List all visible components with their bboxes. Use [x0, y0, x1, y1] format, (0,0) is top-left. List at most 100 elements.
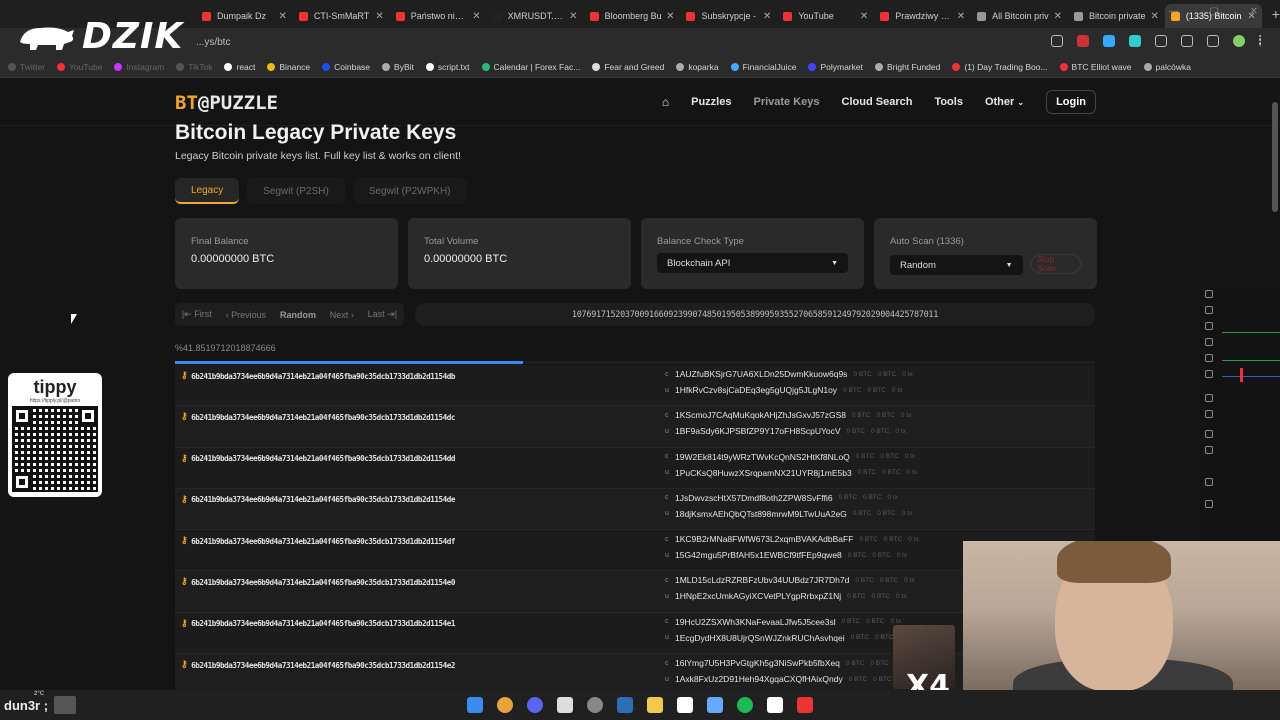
- heart-icon[interactable]: [1205, 370, 1213, 378]
- avatar[interactable]: [1233, 35, 1245, 47]
- private-key-hex[interactable]: ⚷ 6b241b9bda3734ee6b9d4a7314eb21a04f465fb…: [181, 454, 455, 464]
- app-icon[interactable]: [557, 697, 573, 713]
- app-icon[interactable]: [677, 697, 693, 713]
- bookmark-item[interactable]: BTC Elliot wave: [1059, 62, 1132, 72]
- close-icon[interactable]: ✕: [1151, 11, 1159, 22]
- random-page-button[interactable]: Random: [280, 310, 316, 320]
- nav-private-keys[interactable]: Private Keys: [753, 96, 819, 108]
- bookmark-item[interactable]: Bright Funded: [874, 62, 940, 72]
- tab-segwit-p2sh[interactable]: Segwit (P2SH): [247, 178, 345, 204]
- trash-icon[interactable]: [1205, 500, 1213, 508]
- home-icon[interactable]: ⌂: [662, 95, 669, 109]
- compressed-address[interactable]: c 19HcU2ZSXWh3KNaFevaaLJfw5J5cee3sl 0 BTC 0…: [665, 617, 901, 627]
- bookmark-item[interactable]: Fear and Greed: [592, 62, 664, 72]
- uncompressed-address[interactable]: u 1HNpE2xcUmkAGyiXCVetPLYgpRrbxpZ1Nj 0 BTC…: [665, 591, 906, 601]
- tool-icon[interactable]: [1205, 446, 1213, 454]
- auto-scan-select[interactable]: Random ▼: [890, 255, 1023, 275]
- private-key-hex[interactable]: ⚷ 6b241b9bda3734ee6b9d4a7314eb21a04f465fb…: [181, 619, 455, 629]
- nav-cloud-search[interactable]: Cloud Search: [842, 96, 913, 108]
- lock-icon[interactable]: [1205, 430, 1213, 438]
- browser-tab[interactable]: CTI-SmMaRT ✕: [293, 4, 390, 28]
- taskbar-widget[interactable]: dun3r ; 2°C: [4, 691, 77, 714]
- private-key-hex[interactable]: ⚷ 6b241b9bda3734ee6b9d4a7314eb21a04f465fb…: [181, 536, 455, 546]
- login-button[interactable]: Login: [1046, 90, 1096, 114]
- private-key-hex[interactable]: ⚷ 6b241b9bda3734ee6b9d4a7314eb21a04f465fb…: [181, 412, 455, 422]
- browser-tab[interactable]: Subskrypcje - ✕: [680, 4, 777, 28]
- app-icon[interactable]: [707, 697, 723, 713]
- close-icon[interactable]: ✕: [1054, 11, 1062, 22]
- first-page-button[interactable]: |⇤ First: [182, 309, 212, 320]
- bookmark-item[interactable]: Calendar | Forex Fac...: [481, 62, 580, 72]
- private-key-hex[interactable]: ⚷ 6b241b9bda3734ee6b9d4a7314eb21a04f465fb…: [181, 371, 455, 381]
- private-key-hex[interactable]: ⚷ 6b241b9bda3734ee6b9d4a7314eb21a04f465fb…: [181, 577, 455, 587]
- tab-legacy[interactable]: Legacy: [175, 178, 240, 204]
- bookmark-item[interactable]: script.txt: [425, 62, 470, 72]
- text-icon[interactable]: [1205, 322, 1213, 330]
- tool-icon[interactable]: [1205, 306, 1213, 314]
- stop-scan-button[interactable]: Stop Scan: [1030, 254, 1081, 274]
- app-icon[interactable]: [797, 697, 813, 713]
- puzzle-icon[interactable]: [1155, 35, 1167, 47]
- close-icon[interactable]: ✕: [279, 11, 287, 22]
- star-icon[interactable]: [1051, 35, 1063, 47]
- close-icon[interactable]: ✕: [763, 11, 771, 22]
- uncompressed-address[interactable]: u 1EcgDydHX8U8UjrQSnWJZnkRUChAsvhqei 0 BTC…: [665, 633, 910, 643]
- uncompressed-address[interactable]: u 1PuCKsQ8HuwzXSrqpamNX21UYR8j1mE5b3 0 BTC…: [665, 468, 917, 478]
- steam-icon[interactable]: [617, 697, 633, 713]
- last-page-button[interactable]: Last ⇥|: [368, 309, 397, 320]
- next-page-button[interactable]: Next ›: [330, 310, 354, 320]
- menu-icon[interactable]: [1259, 35, 1262, 47]
- nav-other[interactable]: Other ⌄: [985, 96, 1024, 108]
- extension-icon[interactable]: [1129, 35, 1141, 47]
- uncompressed-address[interactable]: u 1Axk8FxUz2D91Heh94XgqaCXQfHAixQndy 0 BTC…: [665, 674, 908, 684]
- bookmark-item[interactable]: (1) Day Trading Boo...: [952, 62, 1048, 72]
- uncompressed-address[interactable]: u 18djKsmxAEhQbQTst898mrwM9LTwUuA2eG 0 BTC…: [665, 509, 912, 519]
- compressed-address[interactable]: c 1AUZfuBKSjrG7UA6XLDn25DwmKkuow6q9s 0 BTC…: [665, 369, 913, 379]
- browser-tab[interactable]: All Bitcoin priv ✕: [971, 4, 1068, 28]
- previous-page-button[interactable]: ‹ Previous: [226, 310, 267, 320]
- tool-icon[interactable]: [1205, 290, 1213, 298]
- bookmark-item[interactable]: koparka: [676, 62, 719, 72]
- extension-icon[interactable]: [1077, 35, 1089, 47]
- browser-tab[interactable]: Prawdziwy Lon ✕: [874, 4, 971, 28]
- private-key-hex[interactable]: ⚷ 6b241b9bda3734ee6b9d4a7314eb21a04f465fb…: [181, 495, 455, 505]
- browser-tab[interactable]: Bitcoin private ✕: [1068, 4, 1165, 28]
- zoom-icon[interactable]: [1205, 410, 1213, 418]
- bookmark-item[interactable]: ByBit: [382, 62, 414, 72]
- private-key-hex[interactable]: ⚷ 6b241b9bda3734ee6b9d4a7314eb21a04f465fb…: [181, 660, 455, 670]
- windows-start-icon[interactable]: [467, 697, 483, 713]
- bookmark-item[interactable]: Coinbase: [322, 62, 370, 72]
- uncompressed-address[interactable]: u 15G42mgu5PrBfAH5x1EWBCf9tfFEp9qwe8 0 BTC…: [665, 550, 907, 560]
- bookmark-item[interactable]: react: [224, 62, 255, 72]
- close-icon[interactable]: ✕: [375, 11, 383, 22]
- close-icon[interactable]: ✕: [860, 11, 868, 22]
- compressed-address[interactable]: c 1KC9B2rMNa8FWfW673L2xqmBVAKAdbBaFF 0 BTC…: [665, 534, 919, 544]
- tool-icon[interactable]: [1205, 354, 1213, 362]
- tab-segwit-p2wpkh[interactable]: Segwit (P2WPKH): [352, 178, 467, 204]
- bookmark-item[interactable]: YouTube: [57, 62, 102, 72]
- bookmark-item[interactable]: Polymarket: [808, 62, 863, 72]
- close-icon[interactable]: ✕: [569, 11, 577, 22]
- browser-tab[interactable]: XMRUSDT.P 4 ✕: [487, 4, 584, 28]
- compressed-address[interactable]: c 1KScmoJ7CAqMuKqokAHjZhJsGxvJ57zGS8 0 BTC…: [665, 410, 911, 420]
- download-icon[interactable]: [1207, 35, 1219, 47]
- folder-icon[interactable]: [647, 697, 663, 713]
- window-controls[interactable]: — ▢ ✕: [1169, 6, 1272, 17]
- bookmark-item[interactable]: FinancialJuice: [730, 62, 796, 72]
- bookmark-item[interactable]: Binance: [267, 62, 310, 72]
- media-icon[interactable]: [1181, 35, 1193, 47]
- bookmark-item[interactable]: TikTok: [176, 62, 212, 72]
- chrome-icon[interactable]: [497, 697, 513, 713]
- close-icon[interactable]: ✕: [957, 11, 965, 22]
- discord-icon[interactable]: [527, 697, 543, 713]
- nav-puzzles[interactable]: Puzzles: [691, 96, 731, 108]
- new-tab-button[interactable]: +: [1272, 6, 1280, 22]
- bookmark-item[interactable]: Twitter: [8, 62, 45, 72]
- tool-icon[interactable]: [1205, 338, 1213, 346]
- uncompressed-address[interactable]: u 1HfkRvCzv8sjCaDEq3eg5gUQjg5JLgN1oy 0 BTC…: [665, 385, 902, 395]
- page-number-input[interactable]: 1076917152037009166092399074850195053899…: [415, 303, 1095, 326]
- browser-tab[interactable]: Państwo nieuz ✕: [390, 4, 487, 28]
- compressed-address[interactable]: c 19W2Ek814t9yWRzTWvKcQnNS2HtKf8NLoQ 0 BTC…: [665, 452, 915, 462]
- close-icon[interactable]: ✕: [666, 11, 674, 22]
- browser-tab[interactable]: Bloomberg Bu ✕: [584, 4, 681, 28]
